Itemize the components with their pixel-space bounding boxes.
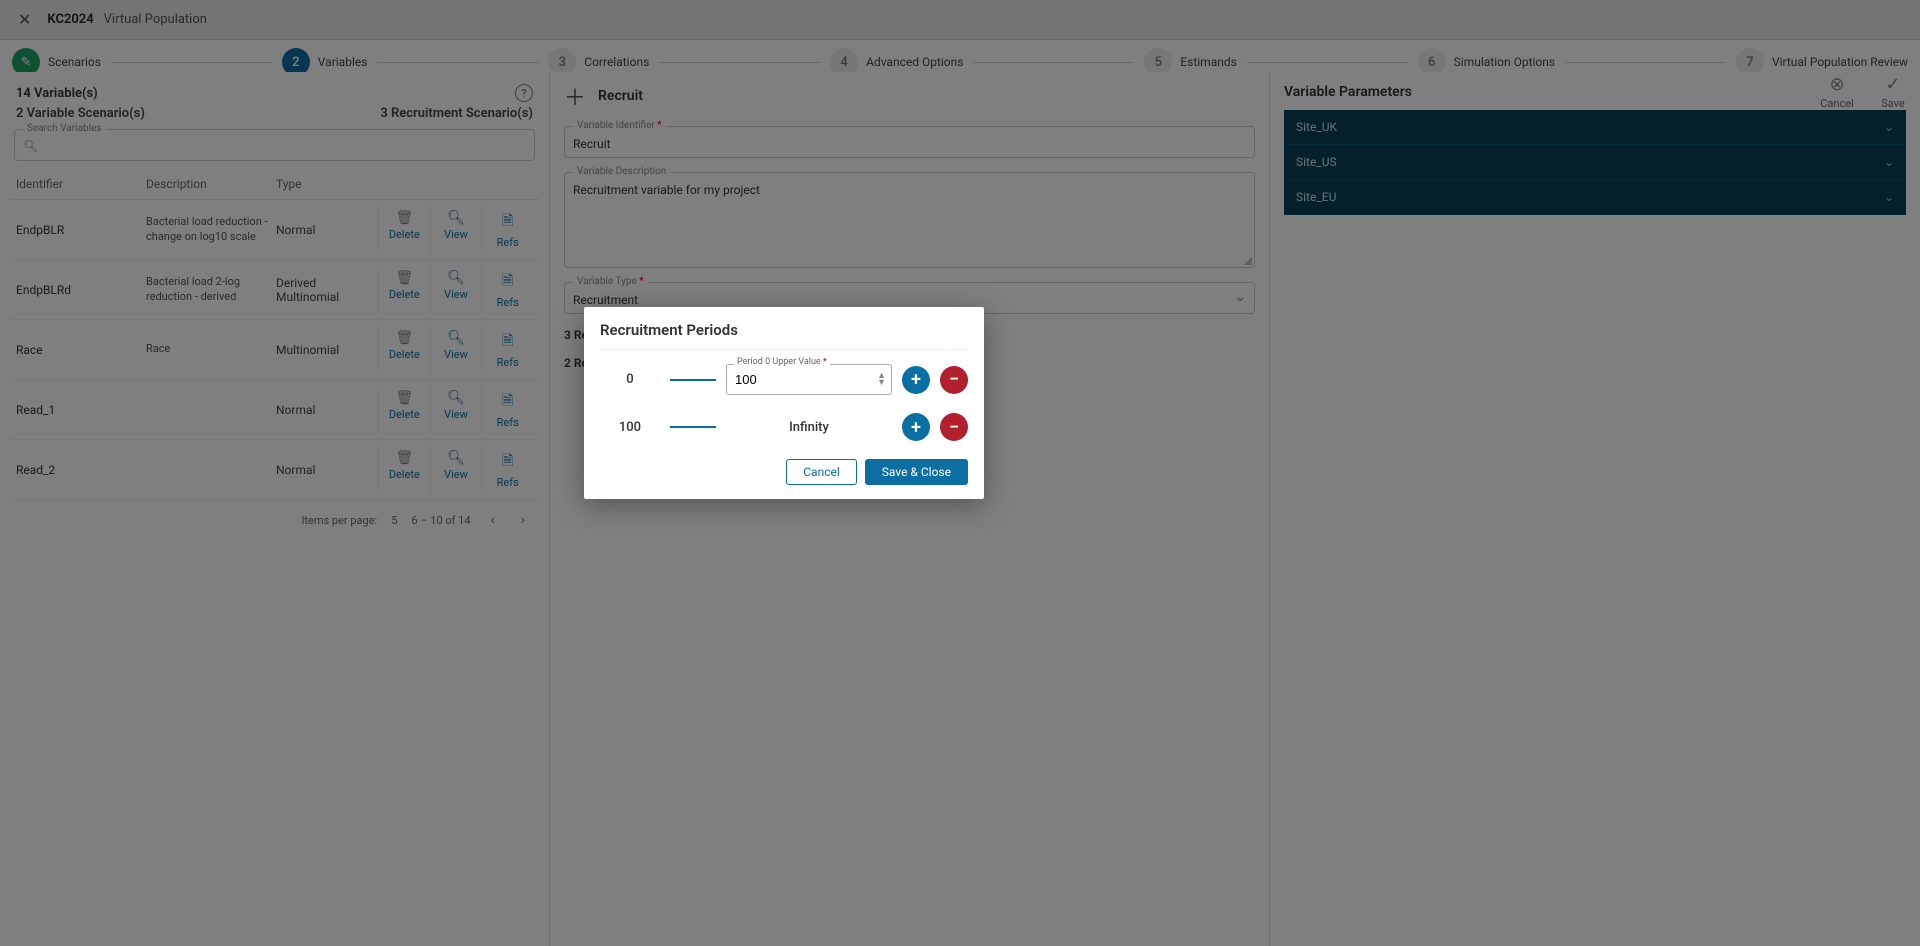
period-row-1: 100 Infinity + − — [600, 413, 968, 441]
period-start-value: 0 — [600, 372, 660, 387]
modal-cancel-button[interactable]: Cancel — [786, 459, 857, 485]
period-row-0: 0 Period 0 Upper Value * ▲▼ + − — [600, 364, 968, 395]
period-upper-input[interactable]: Period 0 Upper Value * ▲▼ — [726, 364, 892, 395]
period-upper-value[interactable] — [726, 364, 892, 395]
input-label: Period 0 Upper Value — [737, 357, 821, 367]
add-period-button[interactable]: + — [902, 413, 930, 441]
period-end-value: Infinity — [726, 420, 892, 435]
period-line — [670, 426, 716, 428]
remove-period-button[interactable]: − — [940, 413, 968, 441]
add-period-button[interactable]: + — [902, 366, 930, 394]
remove-period-button[interactable]: − — [940, 366, 968, 394]
spinner-icon[interactable]: ▲▼ — [877, 373, 886, 387]
modal-save-button[interactable]: Save & Close — [865, 459, 968, 485]
modal-title: Recruitment Periods — [600, 321, 968, 350]
period-start-value: 100 — [600, 420, 660, 435]
period-line — [670, 379, 716, 381]
recruitment-periods-modal: Recruitment Periods 0 Period 0 Upper Val… — [584, 307, 984, 499]
